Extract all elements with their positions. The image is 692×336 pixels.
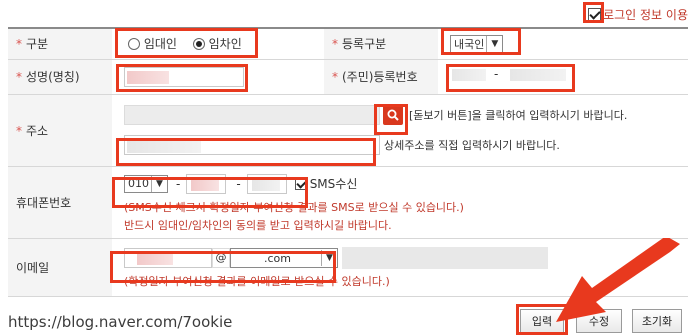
phone-dash: -	[236, 176, 241, 191]
redacted-phone-last	[251, 177, 280, 191]
reg-type-select[interactable]: 내국인 ▼	[450, 34, 504, 53]
phone-value-cell: 010 ▼ - - SMS수신 (SMS수신 체크시 확정일자 부여신청 결과를…	[112, 166, 688, 239]
phone-prefix-value: 010	[128, 177, 149, 190]
radio-tenant-label: 임차인	[208, 37, 242, 52]
chevron-down-icon[interactable]: ▼	[151, 175, 167, 192]
reg-type-label-cell: * 등록구분	[324, 27, 438, 60]
redacted-reg-no-back	[510, 69, 566, 81]
address-detail-line: 상세주소를 직접 입력하시기 바랍니다.	[124, 135, 688, 155]
radio-landlord-label: 임대인	[143, 37, 177, 52]
annotation-arrow-icon	[556, 238, 680, 322]
phone-mid-input[interactable]	[186, 173, 227, 194]
required-mark: *	[16, 70, 22, 84]
reg-no-label: (주민)등록번호	[342, 70, 418, 84]
phone-label-cell: 휴대폰번호	[8, 166, 112, 239]
form-row-type: * 구분 임대인 임차인 * 등록구분 내국인 ▼	[8, 27, 688, 60]
address-value-cell: [돋보기 버튼]을 클릭하여 입력하시기 바랍니다. 상세주소를 직접 입력하시…	[112, 94, 688, 167]
top-bar: 로그인 정보 이용	[0, 0, 692, 26]
reg-no-label-cell: * (주민)등록번호	[324, 59, 438, 95]
reg-type-value-cell: 내국인 ▼	[438, 27, 688, 60]
type-value-cell: 임대인 임차인	[112, 27, 324, 60]
name-value-cell	[112, 59, 324, 95]
chevron-down-icon[interactable]: ▼	[321, 250, 337, 266]
phone-last-input[interactable]	[246, 173, 287, 194]
form-row-address: * 주소 [돋보기 버튼]을 클릭하여 입력하시기 바랍니다. 상세주소를 직접 …	[8, 94, 688, 167]
phone-note-1: (SMS수신 체크시 확정일자 부여신청 결과를 SMS로 받으실 수 있습니다…	[124, 200, 464, 214]
address-detail-hint: 상세주소를 직접 입력하시기 바랍니다.	[384, 139, 560, 152]
name-label: 성명(명칭)	[26, 70, 80, 84]
email-label-cell: 이메일	[8, 238, 112, 297]
address-search-hint: [돋보기 버튼]을 클릭하여 입력하시기 바랍니다.	[409, 109, 628, 122]
sms-checkbox[interactable]	[294, 177, 308, 190]
chevron-down-icon[interactable]: ▼	[486, 35, 502, 52]
reg-type-selected: 내국인	[454, 37, 485, 51]
sms-label: SMS수신	[309, 177, 358, 191]
reg-no-value-cell: -	[438, 59, 688, 95]
email-at: @	[212, 248, 230, 268]
radio-landlord-circle[interactable]	[128, 38, 140, 51]
login-info-option[interactable]: 로그인 정보 이용	[588, 6, 688, 23]
redacted-email-id	[137, 252, 173, 265]
redacted-address-detail	[127, 139, 201, 153]
email-domain-direct-input[interactable]	[342, 247, 548, 269]
redacted-phone-mid	[191, 177, 220, 191]
address-input[interactable]	[124, 105, 380, 125]
radio-tenant[interactable]: 임차인	[192, 37, 242, 52]
email-label: 이메일	[16, 260, 50, 275]
required-mark: *	[332, 37, 338, 52]
phone-dash: -	[176, 176, 181, 191]
name-input[interactable]	[124, 66, 244, 87]
form-row-phone: 휴대폰번호 010 ▼ - - SMS수신 (SMS수신 체크시 확정일자 부여…	[8, 166, 688, 239]
blog-watermark: https://blog.naver.com/7ookie	[8, 313, 233, 331]
login-info-checkbox[interactable]	[588, 8, 602, 21]
search-icon	[387, 109, 399, 121]
reg-no-separator: -	[494, 67, 499, 81]
radio-landlord[interactable]: 임대인	[128, 37, 181, 51]
address-label-cell: * 주소	[8, 94, 112, 167]
phone-input-line: 010 ▼ - - SMS수신	[124, 173, 688, 194]
phone-label: 휴대폰번호	[16, 195, 72, 210]
login-info-label: 로그인 정보 이용	[603, 8, 688, 22]
type-label: 구분	[26, 37, 49, 52]
address-label: 주소	[26, 123, 49, 138]
email-domain-value: .com	[264, 251, 291, 265]
required-mark: *	[332, 70, 338, 84]
required-mark: *	[16, 123, 22, 138]
phone-note-2: 반드시 임대인/임차인의 동의를 받고 입력하시길 바랍니다.	[124, 218, 392, 232]
redacted-name	[127, 70, 169, 84]
radio-tenant-circle[interactable]	[192, 38, 205, 51]
name-label-cell: * 성명(명칭)	[8, 59, 112, 95]
redacted-reg-no-front	[452, 69, 486, 81]
reg-type-label: 등록구분	[342, 37, 387, 52]
type-label-cell: * 구분	[8, 27, 112, 60]
search-button[interactable]	[383, 105, 403, 125]
email-id-input[interactable]	[124, 248, 212, 268]
address-detail-input[interactable]	[124, 135, 380, 155]
address-search-line: [돋보기 버튼]을 클릭하여 입력하시기 바랍니다.	[124, 105, 688, 125]
reg-no-input[interactable]: -	[450, 65, 570, 85]
required-mark: *	[16, 37, 22, 52]
form-row-name: * 성명(명칭) * (주민)등록번호 -	[8, 59, 688, 95]
email-domain-select[interactable]: .com ▼	[230, 248, 338, 268]
phone-prefix-select[interactable]: 010 ▼	[124, 174, 168, 193]
